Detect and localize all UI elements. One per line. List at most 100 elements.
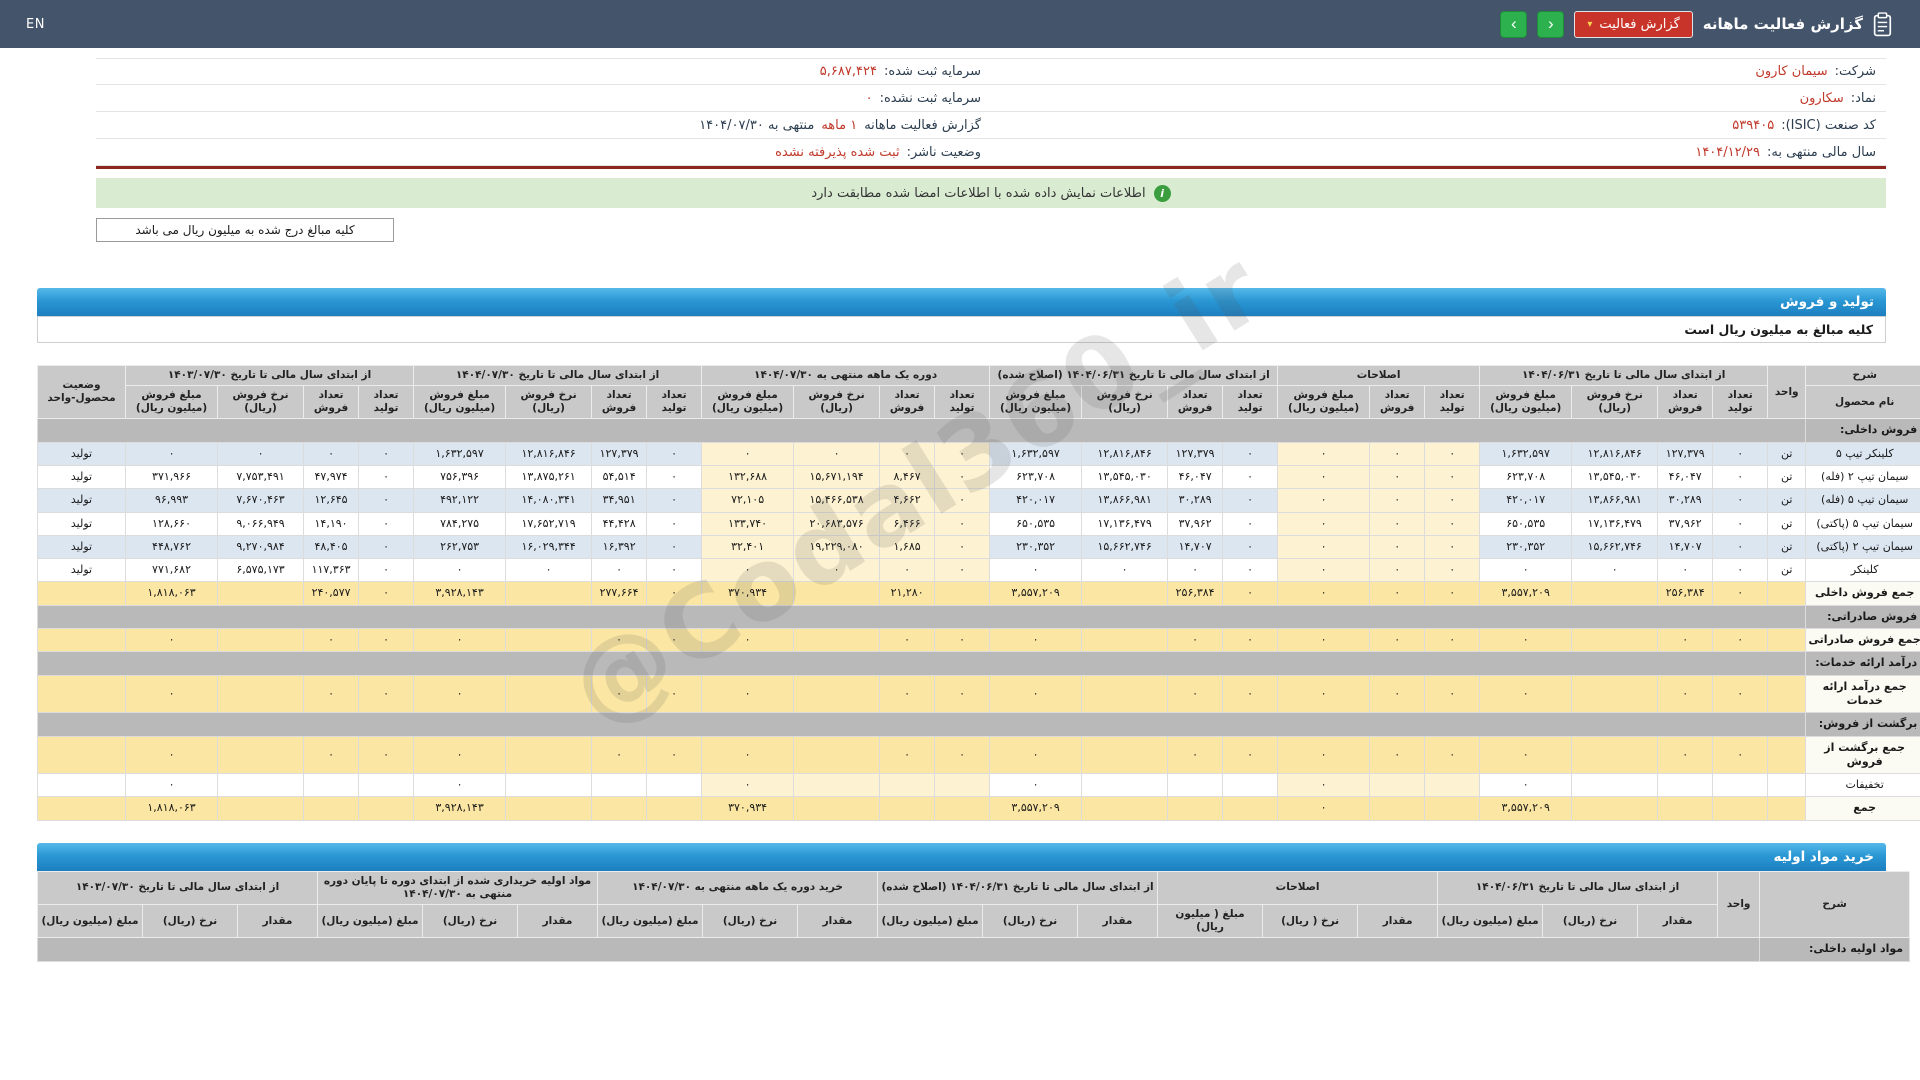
value-cell: ۰ [646,441,703,466]
status-column-header: وضعیت محصول-واحد [37,364,126,420]
value-cell: ۰ [1369,735,1426,775]
info-label: شرکت: [1834,64,1876,79]
value-cell [1571,581,1659,606]
table-row: جمع درآمد ارائه خدمات ۰ ۰ ۰ ۰ ۰ ۰ ۰ ۰ ۰ ۰ ۰ ۰ ۰ ۰ ۰ ۰ ۰ ۰ [37,674,1920,714]
info-label: وضعیت ناشر: [906,144,981,160]
column-header: مبلغ فروش (میلیون ریال) [701,385,795,420]
value-cell [1081,773,1169,798]
value-cell: ۰ [1712,464,1769,490]
value-cell: ۶۵۰,۵۳۵ [1479,511,1573,536]
value-cell: ۱۴,۰۸۰,۳۴۱ [505,488,593,513]
value-cell: ۰ [1222,511,1279,536]
unit-cell [1767,796,1807,821]
value-cell: ۰ [1167,735,1224,775]
unit-cell: تن [1767,441,1807,466]
value-cell: ۱۴,۱۹۰ [303,511,360,536]
next-report-button[interactable]: › [1537,10,1565,38]
column-header: مبلغ (میلیون ریال) [1437,903,1544,939]
info-label: گزارش فعالیت ماهانه [864,117,981,133]
value-cell: ۰ [358,628,415,653]
value-cell: ۱,۸۱۸,۰۶۳ [124,796,219,821]
value-cell: ۰ [1369,558,1426,583]
info-label: سال مالی منتهی به: [1766,144,1876,160]
value-cell [1571,773,1659,798]
value-cell [1167,773,1224,798]
value-cell [1712,773,1769,798]
value-cell: ۰ [1369,464,1426,490]
section-title: خرید مواد اولیه [1773,848,1874,865]
value-cell: ۰ [934,628,991,653]
amounts-unit-note-box: کلیه مبالغ درج شده به میلیون ریال می باش… [96,218,394,242]
value-cell [793,674,881,714]
value-cell: ۰ [989,674,1083,714]
info-icon: i [1153,184,1171,202]
section-row-filler [36,651,1807,676]
value-cell [1712,796,1769,821]
column-header: تعداد تولید [1222,385,1279,420]
value-cell [217,628,305,653]
table-row: جمع برگشت از فروش ۰ ۰ ۰ ۰ ۰ ۰ ۰ ۰ ۰ ۰ ۰ ۰ ۰ ۰ ۰ ۰ ۰ ۰ [37,735,1920,775]
value-cell: ۰ [1424,464,1481,490]
product-name-header: نام محصول [1805,385,1920,420]
column-header: نرخ (ریال) [422,903,518,939]
value-cell: ۳,۵۵۷,۲۰۹ [1479,796,1573,821]
section-title: تولید و فروش [1780,294,1874,310]
value-cell: ۰ [1424,441,1481,466]
report-document-icon[interactable] [1873,11,1894,37]
value-cell: ۱۳۲,۶۸۸ [701,464,795,490]
value-cell: ۱۲,۸۱۶,۸۴۶ [1571,441,1659,466]
status-cell: تولید [37,488,126,513]
value-cell: ۰ [1424,534,1481,560]
value-cell: ۰ [413,773,507,798]
product-name-cell: جمع درآمد ارائه خدمات [1805,674,1920,714]
unit-column-header: واحد [1767,364,1807,420]
info-value: ۱ ماهه [821,117,858,133]
value-cell: ۱۵,۶۷۱,۱۹۴ [793,464,881,490]
section-row-label: فروش صادراتی: [1805,604,1920,630]
value-cell: ۲۰,۶۸۳,۵۷۶ [793,511,881,536]
period-group-header: از ابتدای سال مالی تا تاریخ ۱۴۰۴/۰۶/۳۱ [1479,364,1769,387]
period-group-header: از ابتدای سال مالی تا تاریخ ۱۴۰۴/۰۶/۳۱ (… [989,364,1279,387]
language-toggle-en[interactable]: EN [26,17,45,32]
value-cell: ۶,۵۷۵,۱۷۳ [217,558,305,583]
value-cell: ۰ [1712,511,1769,536]
value-cell: ۰ [646,628,703,653]
value-cell: ۷۵۶,۳۹۶ [413,464,507,490]
value-cell: ۱۹,۲۲۹,۰۸۰ [793,534,881,560]
value-cell: ۰ [303,674,360,714]
value-cell: ۰ [989,628,1083,653]
value-cell: ۰ [1657,735,1714,775]
value-cell: ۰ [1167,558,1224,583]
column-header: تعداد فروش [879,385,936,420]
value-cell: ۰ [358,464,415,490]
value-cell: ۴۲۰,۰۱۷ [989,488,1083,513]
product-name-cell: تخفیفات [1805,773,1920,798]
value-cell: ۰ [358,534,415,560]
value-cell: ۲۳۰,۳۵۲ [1479,534,1573,560]
value-cell [934,796,991,821]
section-row-filler [36,937,1761,962]
info-row-registered-capital: سرمایه ثبت شده: ۵,۶۸۷,۴۲۴ [96,58,991,85]
value-cell: ۰ [646,558,703,583]
column-header: نرخ (ریال) [1542,903,1639,939]
column-header: مقدار [517,903,598,939]
desc-column-header: شرح [1805,364,1920,387]
value-cell: ۰ [124,628,219,653]
previous-report-button[interactable]: ‹ [1500,10,1528,38]
report-type-dropdown-button[interactable]: گزارش فعالیت ▾ [1574,10,1693,38]
table-row: سیمان تیپ ۵ (فله) تن ۰ ۳۰,۲۸۹ ۱۳,۸۶۶,۹۸۱ ۴۲۰,… [37,488,1920,513]
value-cell: ۰ [1424,735,1481,775]
value-cell [1081,581,1169,606]
value-cell: ۰ [303,441,360,466]
value-cell: ۰ [1277,511,1371,536]
status-cell: تولید [37,534,126,560]
column-header: مبلغ فروش (میلیون ریال) [1277,385,1371,420]
value-cell [1571,674,1659,714]
value-cell: ۹,۲۷۰,۹۸۴ [217,534,305,560]
value-cell: ۱۶,۰۲۹,۳۴۴ [505,534,593,560]
info-label: سرمایه ثبت شده: [883,64,981,79]
value-cell: ۰ [1369,441,1426,466]
value-cell: ۴۲۰,۰۱۷ [1479,488,1573,513]
top-navigation-bar: EN ‹ › گزارش فعالیت ▾ گزارش فعالیت ماهان… [0,0,1920,48]
section-row-filler [36,604,1807,630]
